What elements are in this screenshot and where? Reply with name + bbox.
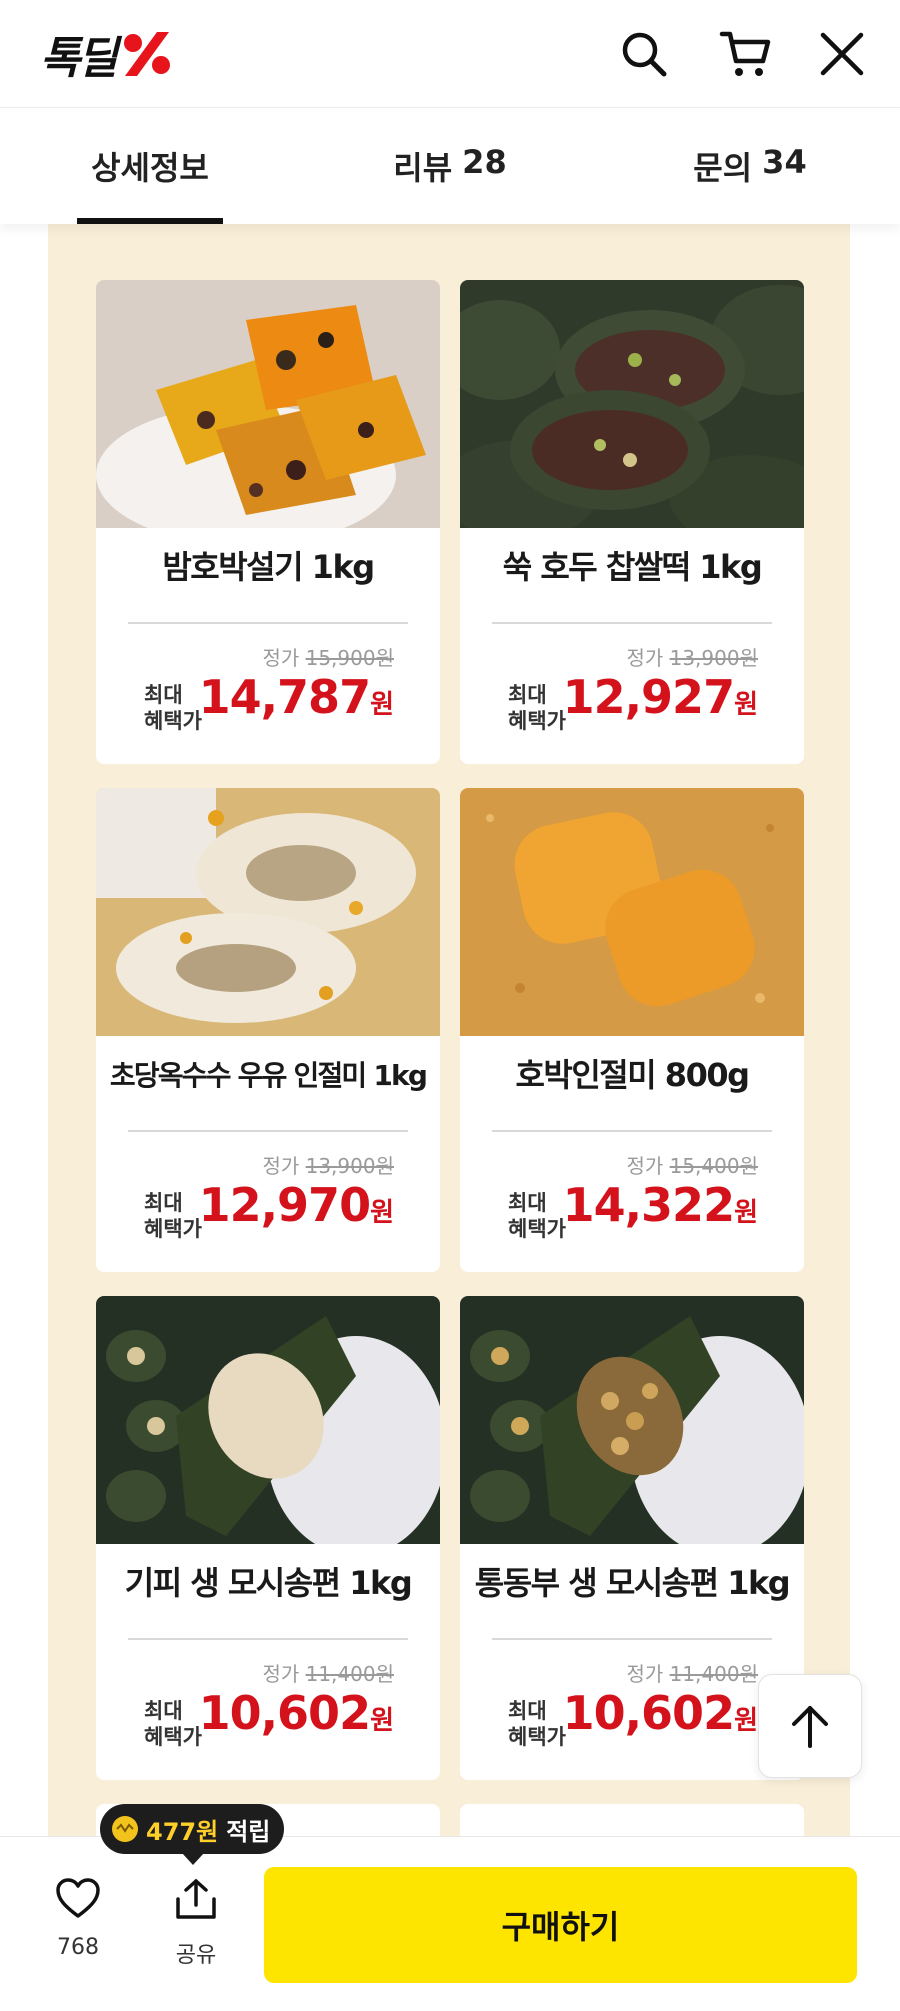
product-image bbox=[96, 788, 440, 1036]
original-price-value: 11,400원 bbox=[669, 1662, 758, 1686]
close-button[interactable] bbox=[814, 26, 870, 82]
sale-price-unit: 원 bbox=[734, 1198, 758, 1228]
sale-price: 12,970원 bbox=[199, 1178, 394, 1232]
original-price-label: 정가 bbox=[262, 1154, 300, 1178]
product-name: 쑥 호두 찹쌀떡 1kg bbox=[502, 548, 763, 586]
sale-price-unit: 원 bbox=[734, 1706, 758, 1736]
sale-price: 14,787원 bbox=[199, 670, 394, 724]
tab-detail-info[interactable]: 상세정보 bbox=[0, 108, 300, 224]
points-amount: 477원 bbox=[146, 1817, 219, 1846]
product-image bbox=[460, 788, 804, 1036]
sale-price-unit: 원 bbox=[370, 1198, 394, 1228]
product-name: 호박인절미 800g bbox=[515, 1056, 750, 1094]
cart-button[interactable] bbox=[718, 26, 774, 82]
bottom-action-bar: 768 공유 구매하기 bbox=[0, 1836, 900, 2011]
search-button[interactable] bbox=[616, 26, 672, 82]
divider bbox=[128, 1130, 408, 1132]
sale-price-value: 10,602 bbox=[562, 1686, 736, 1740]
tab-inquiries[interactable]: 문의 34 bbox=[600, 108, 900, 224]
original-price-value: 13,900원 bbox=[305, 1154, 394, 1178]
sale-price: 10,602원 bbox=[199, 1686, 394, 1740]
close-icon bbox=[820, 32, 864, 76]
sale-price-value: 10,602 bbox=[198, 1686, 372, 1740]
share-button[interactable]: 공유 bbox=[156, 1877, 236, 1969]
tab-count: 34 bbox=[762, 143, 807, 181]
product-name: 통동부 생 모시송편 1kg bbox=[474, 1564, 791, 1602]
product-card[interactable]: 초당옥수수 우유 인절미 1kg 정가 13,900원 최대 혜택가 12,97… bbox=[96, 788, 440, 1272]
product-name: 기피 생 모시송편 1kg bbox=[124, 1564, 413, 1602]
original-price-label: 정가 bbox=[262, 646, 300, 670]
share-icon bbox=[176, 1879, 216, 1919]
detail-tabs: 상세정보 리뷰 28 문의 34 bbox=[0, 108, 900, 224]
original-price: 정가 11,400원 bbox=[626, 1658, 758, 1687]
tab-reviews[interactable]: 리뷰 28 bbox=[300, 108, 600, 224]
arrow-up-icon bbox=[792, 1706, 828, 1748]
sale-price-value: 14,787 bbox=[198, 670, 372, 724]
original-price: 정가 13,900원 bbox=[262, 1150, 394, 1179]
original-price-label: 정가 bbox=[626, 1154, 664, 1178]
tab-label: 문의 bbox=[693, 149, 753, 187]
original-price-value: 15,400원 bbox=[669, 1154, 758, 1178]
product-image bbox=[96, 280, 440, 545]
original-price-value: 11,400원 bbox=[305, 1662, 394, 1686]
points-label: 적립 bbox=[226, 1817, 271, 1846]
divider bbox=[128, 1638, 408, 1640]
tab-count: 28 bbox=[462, 143, 507, 181]
original-price-value: 13,900원 bbox=[669, 646, 758, 670]
product-image bbox=[96, 1296, 440, 1556]
sale-price-unit: 원 bbox=[370, 1706, 394, 1736]
tab-label: 상세정보 bbox=[91, 149, 209, 187]
original-price: 정가 15,400원 bbox=[626, 1150, 758, 1179]
product-name: 초당옥수수 우유 인절미 1kg bbox=[109, 1059, 428, 1092]
tab-label: 리뷰 bbox=[393, 149, 453, 187]
original-price-label: 정가 bbox=[626, 646, 664, 670]
original-price: 정가 15,900원 bbox=[262, 642, 394, 671]
search-icon bbox=[622, 32, 667, 77]
product-card[interactable]: 쑥 호두 찹쌀떡 1kg 정가 13,900원 최대 혜택가 12,927원 bbox=[460, 280, 804, 764]
logo-text: 톡딜 bbox=[40, 33, 118, 84]
product-image bbox=[460, 1296, 804, 1556]
original-price-value: 15,900원 bbox=[305, 646, 394, 670]
scroll-to-top-button[interactable] bbox=[758, 1674, 862, 1778]
like-button[interactable]: 768 bbox=[38, 1877, 118, 1960]
talkdeal-logo[interactable]: 톡딜 bbox=[40, 26, 175, 84]
original-price: 정가 11,400원 bbox=[262, 1658, 394, 1687]
sale-price-value: 12,970 bbox=[198, 1178, 372, 1232]
original-price: 정가 13,900원 bbox=[626, 642, 758, 671]
sale-price: 12,927원 bbox=[563, 670, 758, 724]
sale-price: 10,602원 bbox=[563, 1686, 758, 1740]
buy-button[interactable]: 구매하기 bbox=[264, 1867, 857, 1983]
divider bbox=[492, 622, 772, 624]
divider bbox=[128, 622, 408, 624]
original-price-label: 정가 bbox=[262, 1662, 300, 1686]
divider bbox=[492, 1130, 772, 1132]
product-image bbox=[460, 280, 804, 545]
like-count: 768 bbox=[57, 1935, 99, 1960]
app-header: 톡딜 bbox=[0, 0, 900, 108]
points-reward-badge: 477원 적립 bbox=[100, 1804, 285, 1865]
cart-icon bbox=[719, 31, 771, 76]
product-card[interactable]: 통동부 생 모시송편 1kg 정가 11,400원 최대 혜택가 10,602원 bbox=[460, 1296, 804, 1780]
sale-price-unit: 원 bbox=[370, 690, 394, 720]
sale-price-value: 12,927 bbox=[562, 670, 736, 724]
sale-price-unit: 원 bbox=[734, 690, 758, 720]
original-price-label: 정가 bbox=[626, 1662, 664, 1686]
product-name: 밤호박설기 1kg bbox=[162, 548, 375, 586]
share-label: 공유 bbox=[175, 1943, 217, 1968]
product-card[interactable]: 밤호박설기 1kg 정가 15,900원 최대 혜택가 14,787원 bbox=[96, 280, 440, 764]
sale-price: 14,322원 bbox=[563, 1178, 758, 1232]
heart-icon bbox=[56, 1878, 100, 1918]
divider bbox=[492, 1638, 772, 1640]
logo-percent-mark bbox=[123, 32, 170, 76]
product-detail-content: 밤호박설기 1kg 정가 15,900원 최대 혜택가 14,787원 쑥 호두… bbox=[48, 224, 850, 1864]
product-card[interactable]: 기피 생 모시송편 1kg 정가 11,400원 최대 혜택가 10,602원 bbox=[96, 1296, 440, 1780]
sale-price-value: 14,322 bbox=[562, 1178, 736, 1232]
product-card[interactable]: 호박인절미 800g 정가 15,400원 최대 혜택가 14,322원 bbox=[460, 788, 804, 1272]
coin-icon bbox=[112, 1816, 138, 1842]
